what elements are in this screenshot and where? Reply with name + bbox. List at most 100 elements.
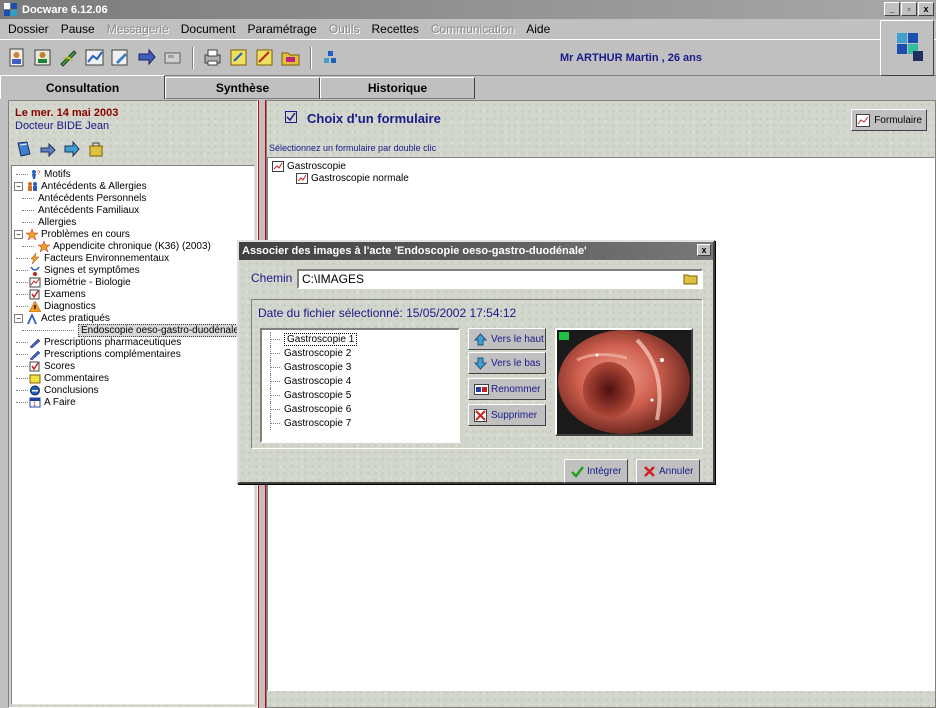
tree-item-label: Biométrie - Biologie bbox=[44, 276, 131, 288]
form-choice-title: Choix d'un formulaire bbox=[307, 111, 441, 126]
patient-file-icon[interactable] bbox=[32, 47, 53, 68]
tree-item-label: Scores bbox=[44, 360, 76, 372]
consultation-date: Le mer. 14 mai 2003 bbox=[15, 107, 119, 119]
form-item-gastroscopie-normale[interactable]: Gastroscopie normale bbox=[272, 172, 930, 184]
image-item-label: Gastroscopie 6 bbox=[284, 403, 352, 415]
image-item-label: Gastroscopie 7 bbox=[284, 417, 352, 429]
tree-item[interactable]: Examens bbox=[12, 288, 254, 300]
image-list-item[interactable]: Gastroscopie 7 bbox=[262, 416, 458, 430]
tree-collapse-icon[interactable]: − bbox=[14, 313, 23, 323]
tab-historique[interactable]: Historique bbox=[320, 77, 475, 99]
card-reader-icon[interactable] bbox=[162, 47, 183, 68]
tree-item[interactable]: − Problèmes en cours bbox=[12, 227, 254, 241]
maximize-button[interactable]: ▫ bbox=[901, 2, 917, 16]
chart-icon[interactable] bbox=[84, 47, 105, 68]
tree-item[interactable]: Prescriptions complémentaires bbox=[12, 348, 254, 360]
tree-item[interactable]: Diagnostics bbox=[12, 299, 254, 312]
tree-item[interactable]: Scores bbox=[12, 360, 254, 372]
docware-logo bbox=[880, 20, 934, 76]
biometry-icon bbox=[29, 277, 41, 288]
form-item-gastroscopie[interactable]: Gastroscopie bbox=[272, 160, 930, 172]
tree-item[interactable]: − Antécédents & Allergies bbox=[12, 180, 254, 192]
toolbar bbox=[0, 40, 936, 76]
dialog-close-button[interactable]: x bbox=[697, 244, 711, 256]
chemin-input[interactable]: C:\IMAGES bbox=[297, 269, 703, 289]
tree-item[interactable]: Antécédents Personnels bbox=[12, 192, 254, 204]
main-tabs: Consultation Synthèse Historique bbox=[0, 75, 936, 99]
associate-images-dialog: Associer des images à l'acte 'Endoscopie… bbox=[237, 240, 715, 484]
tree-item[interactable]: 1A Faire bbox=[12, 396, 254, 408]
move-up-button[interactable]: Vers le haut bbox=[468, 328, 546, 350]
prescription-pen-icon[interactable] bbox=[58, 47, 79, 68]
image-list-item[interactable]: Gastroscopie 2 bbox=[262, 346, 458, 360]
tree-connector bbox=[16, 269, 28, 271]
tree-item[interactable]: − Actes pratiqués bbox=[12, 312, 254, 324]
warning-icon bbox=[28, 299, 42, 312]
printer-icon[interactable] bbox=[202, 47, 223, 68]
folder-open-icon[interactable] bbox=[280, 47, 301, 68]
window-title-bar[interactable]: Docware 6.12.06 _ ▫ x bbox=[0, 0, 936, 19]
tree-item[interactable]: Antécédents Familiaux bbox=[12, 204, 254, 216]
tree-item[interactable]: Signes et symptômes bbox=[12, 264, 254, 276]
tab-synthese[interactable]: Synthèse bbox=[165, 77, 320, 99]
forward-arrow-icon[interactable] bbox=[136, 47, 157, 68]
tree-item[interactable]: Endoscopie oeso-gastro-duodénale bbox=[12, 323, 254, 337]
tree-connector bbox=[16, 377, 28, 379]
tree-item-label: Diagnostics bbox=[44, 300, 96, 312]
tree-item[interactable]: ? Motifs bbox=[12, 168, 254, 180]
menu-pause[interactable]: Pause bbox=[59, 21, 97, 37]
arrow-right-alt-icon[interactable] bbox=[63, 140, 81, 158]
rename-button[interactable]: Renommer bbox=[468, 378, 546, 400]
menu-outils: Outils bbox=[328, 22, 360, 36]
lock-folder-icon[interactable] bbox=[87, 140, 105, 158]
image-list-item[interactable]: Gastroscopie 1 bbox=[262, 332, 458, 346]
minimize-button[interactable]: _ bbox=[884, 2, 900, 16]
image-list-item[interactable]: Gastroscopie 3 bbox=[262, 360, 458, 374]
image-list-item[interactable]: Gastroscopie 6 bbox=[262, 402, 458, 416]
network-icon[interactable] bbox=[320, 47, 341, 68]
lightning-icon bbox=[29, 252, 41, 264]
tree-item[interactable]: Commentaires bbox=[12, 372, 254, 384]
checkmark-icon bbox=[571, 465, 584, 478]
tree-item[interactable]: Allergies bbox=[12, 216, 254, 228]
tree-item[interactable]: Conclusions bbox=[12, 384, 254, 396]
menu-bar: Dossier Pause Messagerie Document Paramé… bbox=[0, 19, 936, 40]
tab-consultation[interactable]: Consultation bbox=[0, 75, 165, 99]
tree-collapse-icon[interactable]: − bbox=[14, 229, 23, 239]
tree-connector bbox=[22, 210, 34, 211]
integrer-button[interactable]: Intégrer bbox=[564, 459, 629, 483]
image-list-item[interactable]: Gastroscopie 5 bbox=[262, 388, 458, 402]
arrow-right-icon[interactable] bbox=[39, 140, 57, 158]
annuler-button[interactable]: Annuler bbox=[636, 459, 701, 483]
arrow-down-icon bbox=[473, 357, 488, 370]
edit-pencil-icon[interactable] bbox=[110, 47, 131, 68]
tree-collapse-icon[interactable]: − bbox=[14, 181, 23, 191]
menu-parametrage[interactable]: Paramétrage bbox=[245, 21, 318, 37]
person-question-icon: ? bbox=[29, 169, 41, 180]
close-button[interactable]: x bbox=[918, 2, 934, 16]
tree-item[interactable]: Prescriptions pharmaceutiques bbox=[12, 336, 254, 348]
chemin-value: C:\IMAGES bbox=[302, 272, 365, 286]
tree-item[interactable]: Biométrie - Biologie bbox=[12, 276, 254, 288]
image-list-item[interactable]: Gastroscopie 4 bbox=[262, 374, 458, 388]
tree-item-label: Motifs bbox=[44, 168, 71, 180]
letter-icon[interactable] bbox=[254, 47, 275, 68]
tree-item[interactable]: Facteurs Environnementaux bbox=[12, 252, 254, 264]
folder-browse-icon[interactable] bbox=[683, 272, 698, 285]
menu-aide[interactable]: Aide bbox=[524, 21, 552, 37]
tree-item[interactable]: Appendicite chronique (K36) (2003) bbox=[12, 239, 254, 253]
form-chart-icon bbox=[856, 114, 871, 130]
formulaire-button[interactable]: Formulaire bbox=[851, 109, 927, 131]
prescription-icon[interactable] bbox=[228, 47, 249, 68]
notebook-icon[interactable] bbox=[15, 140, 33, 158]
menu-document[interactable]: Document bbox=[179, 21, 238, 37]
dialog-title-bar[interactable]: Associer des images à l'acte 'Endoscopie… bbox=[239, 242, 713, 260]
pen-icon bbox=[29, 337, 41, 348]
menu-dossier[interactable]: Dossier bbox=[6, 21, 51, 37]
move-up-label: Vers le haut bbox=[491, 333, 544, 345]
window-title: Docware 6.12.06 bbox=[22, 3, 108, 16]
delete-button[interactable]: Supprimer bbox=[468, 404, 546, 426]
menu-recettes[interactable]: Recettes bbox=[370, 21, 421, 37]
patient-card-icon[interactable] bbox=[6, 47, 27, 68]
move-down-button[interactable]: Vers le bas bbox=[468, 352, 546, 374]
